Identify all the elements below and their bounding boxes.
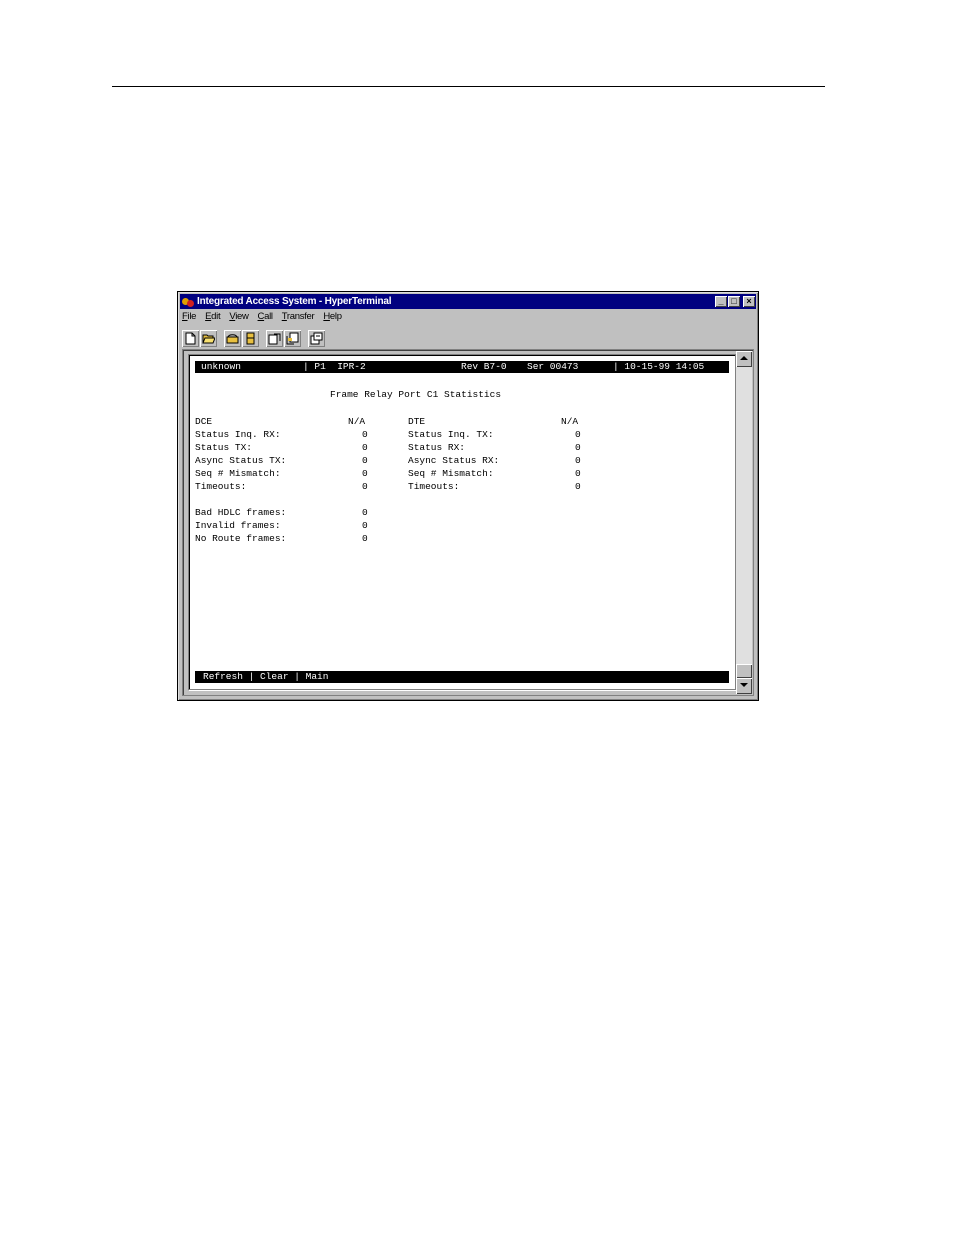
status-serial: Ser 00473 — [527, 361, 579, 372]
dce-header-value: N/A — [348, 416, 366, 427]
receive-file-icon — [286, 332, 299, 344]
dce-timeouts-label: Timeouts: — [195, 481, 247, 492]
status-datetime: | 10-15-99 14:05 — [613, 361, 705, 372]
new-connection-button[interactable] — [182, 329, 199, 347]
command-separator: | — [288, 671, 306, 682]
menu-edit[interactable]: Edit — [205, 311, 220, 325]
title-bar[interactable]: Integrated Access System - HyperTerminal… — [180, 294, 756, 309]
main-command[interactable]: Main — [306, 671, 329, 682]
dce-status-inq-rx-label: Status Inq. RX: — [195, 429, 281, 440]
screen-title: Frame Relay Port C1 Statistics — [330, 389, 502, 400]
refresh-command[interactable]: Refresh — [203, 671, 243, 682]
arrow-down-icon — [740, 683, 748, 687]
maximize-button[interactable]: □ — [728, 296, 740, 307]
dce-async-status-tx-label: Async Status TX: — [195, 455, 287, 466]
invalid-frames-value: 0 — [362, 520, 368, 531]
menu-bar: File Edit View Call Transfer Help — [182, 311, 342, 325]
dte-header-value: N/A — [561, 416, 579, 427]
command-separator: | — [242, 671, 261, 682]
phone-hangup-icon — [246, 332, 255, 344]
hyperterminal-window: Integrated Access System - HyperTerminal… — [177, 291, 759, 701]
open-folder-icon — [202, 334, 215, 343]
minimize-button[interactable]: _ — [715, 296, 727, 307]
arrow-up-icon — [740, 356, 748, 360]
dte-status-rx-label: Status RX: — [408, 442, 466, 453]
no-route-frames-label: No Route frames: — [195, 533, 287, 544]
terminal-client-area: unknown | P1 IPR-2 Rev B7-0 Ser 00473 | … — [182, 349, 754, 696]
terminal-command-bar: Refresh | Clear | Main — [195, 671, 729, 683]
window-title: Integrated Access System - HyperTerminal — [197, 296, 392, 307]
terminal-status-bar: unknown | P1 IPR-2 Rev B7-0 Ser 00473 | … — [195, 361, 729, 373]
dce-header: DCE — [195, 416, 213, 427]
menu-transfer[interactable]: Transfer — [282, 311, 315, 325]
dte-timeouts-value: 0 — [575, 481, 581, 492]
bad-hdlc-frames-label: Bad HDLC frames: — [195, 507, 287, 518]
phone-icon — [226, 333, 239, 343]
invalid-frames-label: Invalid frames: — [195, 520, 281, 531]
dce-status-inq-rx-value: 0 — [362, 429, 368, 440]
dte-async-status-rx-value: 0 — [575, 455, 581, 466]
terminal-screen[interactable]: unknown | P1 IPR-2 Rev B7-0 Ser 00473 | … — [195, 361, 729, 683]
dce-async-status-tx-value: 0 — [362, 455, 368, 466]
dce-timeouts-value: 0 — [362, 481, 368, 492]
close-button[interactable]: × — [743, 296, 755, 307]
open-button[interactable] — [200, 329, 217, 347]
status-user: unknown — [201, 361, 241, 372]
dce-seq-mismatch-value: 0 — [362, 468, 368, 479]
dte-seq-mismatch-value: 0 — [575, 468, 581, 479]
dte-seq-mismatch-label: Seq # Mismatch: — [408, 468, 494, 479]
send-button[interactable] — [266, 329, 283, 347]
terminal-frame: unknown | P1 IPR-2 Rev B7-0 Ser 00473 | … — [188, 354, 736, 690]
toolbar — [182, 327, 754, 349]
new-document-icon — [185, 332, 196, 344]
status-revision: Rev B7-0 — [461, 361, 507, 372]
clear-command[interactable]: Clear — [260, 671, 289, 682]
no-route-frames-value: 0 — [362, 533, 368, 544]
menu-help[interactable]: Help — [323, 311, 342, 325]
bad-hdlc-frames-value: 0 — [362, 507, 368, 518]
menu-call[interactable]: Call — [258, 311, 273, 325]
connect-button[interactable] — [224, 329, 241, 347]
dte-async-status-rx-label: Async Status RX: — [408, 455, 500, 466]
vertical-scrollbar[interactable] — [736, 351, 752, 694]
menu-view[interactable]: View — [229, 311, 249, 325]
menu-file[interactable]: File — [182, 311, 196, 325]
dce-status-tx-value: 0 — [362, 442, 368, 453]
properties-icon — [310, 332, 323, 344]
dte-timeouts-label: Timeouts: — [408, 481, 460, 492]
scroll-down-button[interactable] — [736, 678, 752, 694]
scrollbar-thumb[interactable] — [736, 664, 752, 678]
dce-seq-mismatch-label: Seq # Mismatch: — [195, 468, 281, 479]
disconnect-button[interactable] — [242, 329, 259, 347]
page-header-rule — [112, 86, 825, 87]
dte-header: DTE — [408, 416, 426, 427]
dte-status-rx-value: 0 — [575, 442, 581, 453]
scroll-up-button[interactable] — [736, 351, 752, 367]
dte-status-inq-tx-label: Status Inq. TX: — [408, 429, 494, 440]
dce-status-tx-label: Status TX: — [195, 442, 253, 453]
hyperterminal-app-icon[interactable] — [182, 296, 194, 308]
dte-status-inq-tx-value: 0 — [575, 429, 581, 440]
send-file-icon — [268, 333, 281, 344]
properties-button[interactable] — [308, 329, 325, 347]
receive-button[interactable] — [284, 329, 301, 347]
status-port: | P1 IPR-2 — [303, 361, 366, 372]
